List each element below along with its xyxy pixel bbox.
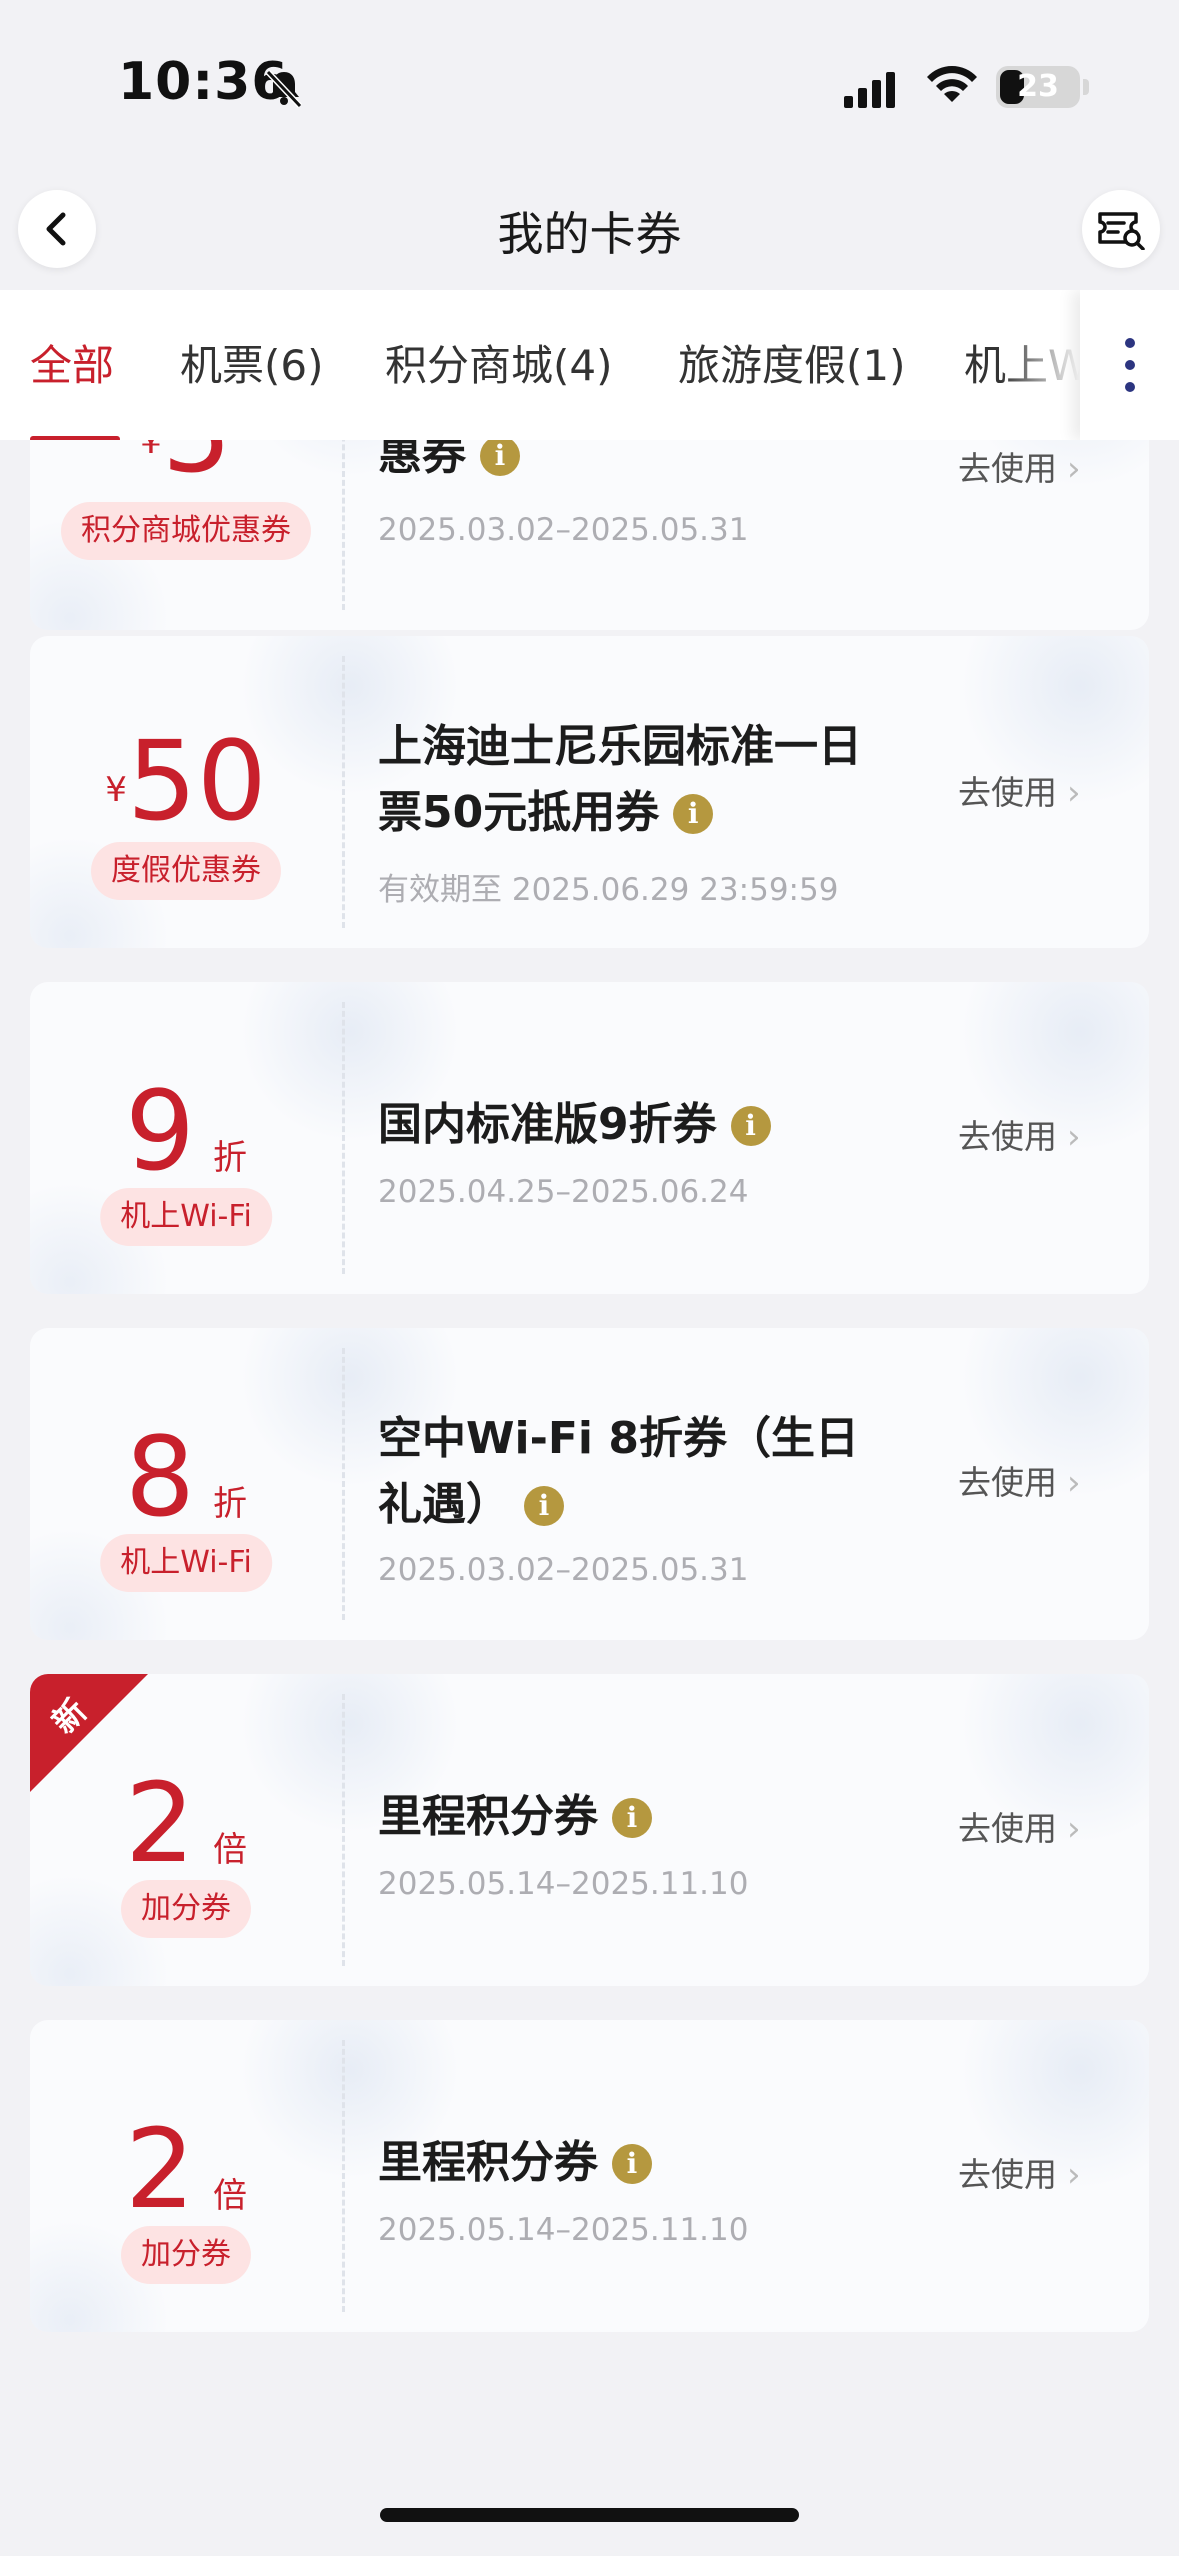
- coupon-search-button[interactable]: [1082, 190, 1160, 268]
- coupon-title: 惠券 i: [378, 440, 938, 488]
- coupon-type-badge: 加分券: [121, 1880, 251, 1938]
- coupon-date: 2025.03.02–2025.05.31: [378, 1552, 749, 1588]
- coupon-title: 里程积分券 i: [378, 2130, 938, 2196]
- info-icon[interactable]: i: [730, 1106, 771, 1146]
- coupon-title: 里程积分券 i: [378, 1784, 938, 1850]
- coupon-card[interactable]: 8折 机上Wi-Fi 空中Wi-Fi 8折券（生日礼遇） i 2025.03.02…: [30, 1328, 1149, 1640]
- info-icon[interactable]: i: [480, 440, 520, 476]
- coupon-title: 上海迪士尼乐园标准一日票50元抵用券 i: [378, 721, 862, 838]
- use-coupon-button[interactable]: 去使用 ›: [958, 1456, 1081, 1504]
- coupon-value: ¥5: [140, 440, 232, 488]
- coupon-card[interactable]: ¥5 积分商城优惠券 惠券i 2025.03.02–2025.05.31 去使用…: [30, 440, 1149, 630]
- coupon-search-icon: [1098, 212, 1145, 250]
- coupon-value: 8折: [125, 1413, 247, 1541]
- coupon-title: 空中Wi-Fi 8折券（生日礼遇） i: [378, 1413, 859, 1530]
- more-tabs-button[interactable]: [1080, 290, 1179, 440]
- coupon-card[interactable]: 2倍 加分券 里程积分券 i 2025.05.14–2025.11.10 去使用 ›: [30, 2020, 1149, 2332]
- chevron-right-icon: ›: [1067, 2155, 1081, 2195]
- use-coupon-button[interactable]: 去使用 ›: [958, 766, 1081, 814]
- coupon-date: 2025.05.14–2025.11.10: [378, 2212, 749, 2248]
- tab-travel-vacation[interactable]: 旅游度假(1): [678, 332, 906, 393]
- use-coupon-button[interactable]: 去使用 ›: [958, 2148, 1081, 2196]
- wifi-icon: [927, 66, 977, 102]
- battery-icon: 23: [996, 66, 1080, 108]
- coupon-value: 9折: [125, 1067, 247, 1195]
- nav-header: 我的卡券: [0, 170, 1179, 290]
- battery-tip: [1083, 79, 1089, 95]
- use-coupon-button[interactable]: 去使用 ›: [958, 1110, 1081, 1158]
- use-coupon-button[interactable]: 去使用 ›: [958, 1802, 1081, 1850]
- info-icon[interactable]: i: [524, 1486, 564, 1526]
- coupon-card[interactable]: 9折 机上Wi-Fi 国内标准版9折券 i 2025.04.25–2025.06.…: [30, 982, 1149, 1294]
- page-title: 我的卡券: [497, 207, 682, 261]
- chevron-right-icon: ›: [1067, 1117, 1081, 1157]
- coupon-title: 国内标准版9折券 i: [378, 1092, 938, 1158]
- chevron-right-icon: ›: [1067, 1809, 1081, 1849]
- category-tabs: 全部 机票(6) 积分商城(4) 旅游度假(1) 机上W: [0, 290, 1179, 440]
- coupon-type-badge: 机上Wi-Fi: [100, 1188, 272, 1246]
- more-dots-icon: [1124, 338, 1135, 348]
- coupon-date: 2025.04.25–2025.06.24: [378, 1174, 749, 1210]
- chevron-right-icon: ›: [1067, 1463, 1081, 1503]
- coupon-list: ¥5 积分商城优惠券 惠券i 2025.03.02–2025.05.31 去使用…: [0, 440, 1179, 2420]
- info-icon[interactable]: i: [612, 1798, 652, 1838]
- tab-points-mall[interactable]: 积分商城(4): [385, 332, 613, 393]
- info-icon[interactable]: i: [673, 794, 714, 834]
- status-bar: 10:36 23: [0, 0, 1179, 170]
- coupon-date: 2025.03.02–2025.05.31: [378, 512, 749, 548]
- battery-level: 23: [1017, 69, 1059, 104]
- chevron-right-icon: ›: [1067, 773, 1081, 813]
- cellular-signal-icon: [844, 72, 895, 108]
- chevron-right-icon: ›: [1067, 449, 1081, 489]
- tab-flights[interactable]: 机票(6): [180, 332, 324, 393]
- coupon-date: 2025.05.14–2025.11.10: [378, 1866, 749, 1902]
- coupon-card[interactable]: 新 2倍 加分券 里程积分券 i 2025.05.14–2025.11.10 去使…: [30, 1674, 1149, 1986]
- coupon-date: 有效期至 2025.06.29 23:59:59: [378, 872, 839, 908]
- tab-all[interactable]: 全部: [30, 332, 114, 393]
- coupon-type-badge: 积分商城优惠券: [61, 502, 311, 560]
- use-coupon-button[interactable]: 去使用 ›: [958, 442, 1081, 490]
- coupon-type-badge: 度假优惠券: [91, 842, 281, 900]
- coupon-value: 2倍: [125, 2105, 247, 2233]
- bell-muted-icon: [265, 69, 303, 109]
- info-icon[interactable]: i: [612, 2144, 652, 2184]
- coupon-type-badge: 机上Wi-Fi: [100, 1534, 272, 1592]
- coupon-card[interactable]: ¥50 度假优惠券 上海迪士尼乐园标准一日票50元抵用券 i 有效期至 2025.…: [30, 636, 1149, 948]
- home-indicator[interactable]: [380, 2508, 799, 2522]
- coupon-value: 2倍: [125, 1759, 247, 1887]
- coupon-type-badge: 加分券: [121, 2226, 251, 2284]
- coupon-value: ¥50: [105, 717, 267, 845]
